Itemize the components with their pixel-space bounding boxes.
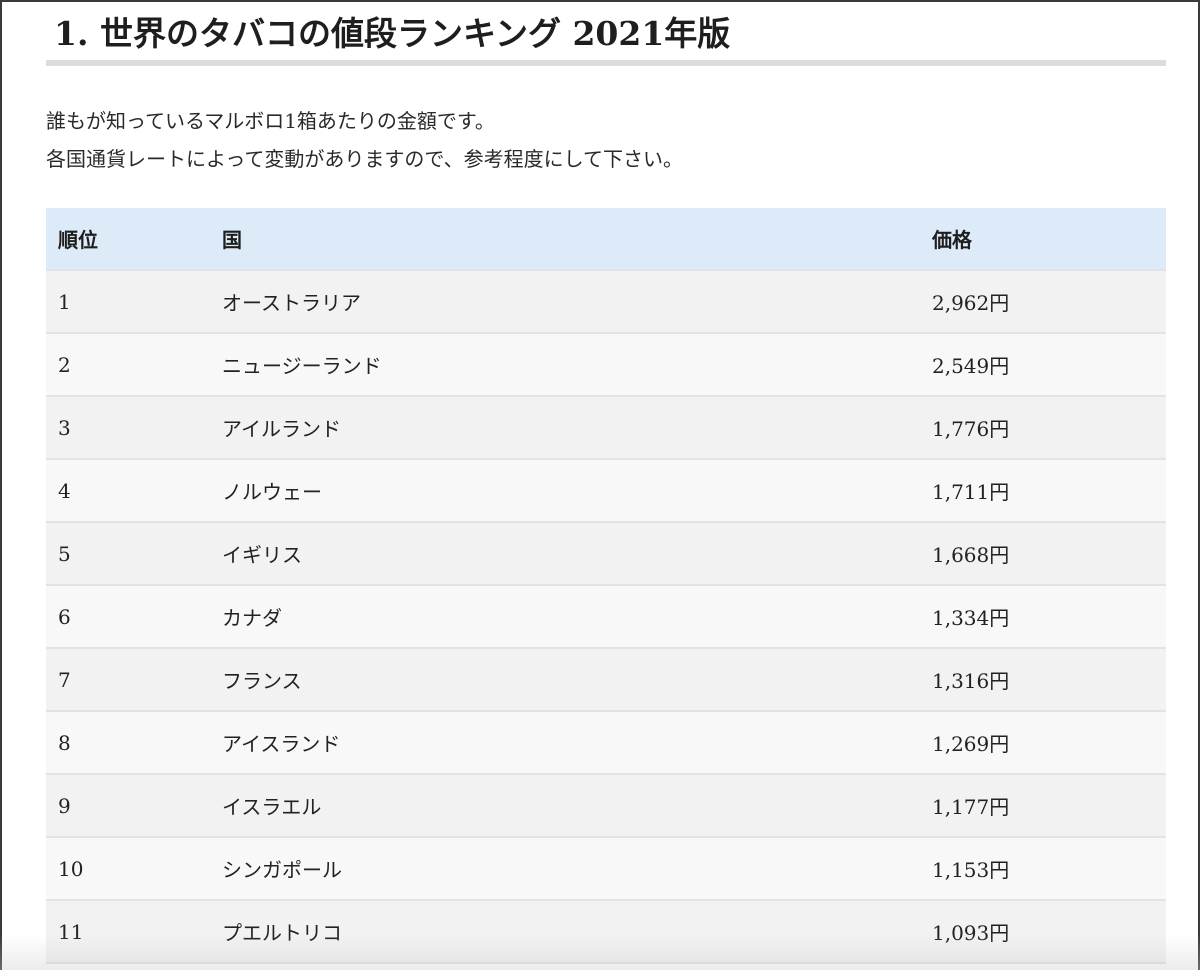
- page-title: 1. 世界のタバコの値段ランキング 2021年版: [54, 14, 731, 53]
- cell-price: 1,711円: [932, 480, 1010, 504]
- table-body: 1 オーストラリア 2,962円 2 ニュージーランド 2,549円 3 アイルランド 1,77…: [46, 270, 1166, 963]
- table-row: 3 アイルランド 1,776円: [46, 396, 1166, 459]
- table-row: 6 カナダ 1,334円: [46, 585, 1166, 648]
- header-country: 国: [212, 208, 922, 271]
- cell-rank: 4: [58, 478, 71, 503]
- intro-line: 各国通貨レートによって変動がありますので、参考程度にして下さい。: [46, 147, 683, 171]
- article-content: 1. 世界のタバコの値段ランキング 2021年版 誰もが知っているマルボロ1箱あ…: [46, 0, 1166, 964]
- table-row: 8 アイスランド 1,269円: [46, 711, 1166, 774]
- cell-price: 2,962円: [932, 291, 1010, 315]
- cell-country: プエルトリコ: [222, 921, 342, 945]
- cell-country: ニュージーランド: [222, 354, 382, 378]
- cell-country: アイルランド: [222, 417, 341, 441]
- table-row: 2 ニュージーランド 2,549円: [46, 333, 1166, 396]
- table-row: 5 イギリス 1,668円: [46, 522, 1166, 585]
- cell-country: オーストラリア: [222, 291, 361, 315]
- cell-country: イスラエル: [222, 795, 322, 819]
- cell-country: カナダ: [222, 606, 282, 630]
- cell-country: ノルウェー: [222, 480, 322, 504]
- cell-rank: 5: [58, 541, 71, 566]
- cell-price: 1,177円: [932, 795, 1010, 819]
- header-rank: 順位: [46, 208, 212, 271]
- cell-country: フランス: [222, 669, 302, 693]
- cell-price: 1,316円: [932, 669, 1010, 693]
- cell-price: 1,093円: [932, 921, 1010, 945]
- window-left-border: [0, 0, 2, 970]
- intro-text: 誰もが知っているマルボロ1箱あたりの金額です。 各国通貨レートによって変動があり…: [46, 102, 1166, 178]
- header-price: 価格: [922, 208, 1166, 271]
- intro-line: 誰もが知っているマルボロ1箱あたりの金額です。: [46, 109, 495, 133]
- table-row: 9 イスラエル 1,177円: [46, 774, 1166, 837]
- table-header: 順位 国 価格: [46, 208, 1166, 271]
- cell-rank: 8: [58, 730, 71, 755]
- table-header-row: 順位 国 価格: [46, 208, 1166, 271]
- table-row: 7 フランス 1,316円: [46, 648, 1166, 711]
- table-row: 1 オーストラリア 2,962円: [46, 270, 1166, 333]
- table-row: 11 プエルトリコ 1,093円: [46, 900, 1166, 963]
- cell-country: シンガポール: [222, 858, 342, 882]
- cell-price: 2,549円: [932, 354, 1010, 378]
- cell-country: アイスランド: [222, 732, 341, 756]
- cell-country: イギリス: [222, 543, 302, 567]
- cell-rank: 2: [58, 352, 71, 377]
- cell-price: 1,668円: [932, 543, 1010, 567]
- table-row: 4 ノルウェー 1,711円: [46, 459, 1166, 522]
- cell-price: 1,334円: [932, 606, 1010, 630]
- cell-rank: 6: [58, 604, 71, 629]
- cell-price: 1,776円: [932, 417, 1010, 441]
- price-ranking-table: 順位 国 価格 1 オーストラリア 2,962円 2 ニュージーランド 2,549円 3 アイ…: [46, 208, 1166, 964]
- cell-rank: 10: [58, 856, 84, 881]
- cell-rank: 11: [58, 919, 84, 944]
- cell-price: 1,269円: [932, 732, 1010, 756]
- cell-rank: 9: [58, 793, 71, 818]
- cell-rank: 1: [58, 289, 71, 314]
- title-underline: [46, 60, 1166, 66]
- cell-rank: 3: [58, 415, 71, 440]
- cell-price: 1,153円: [932, 858, 1010, 882]
- table-row: 10 シンガポール 1,153円: [46, 837, 1166, 900]
- cell-rank: 7: [58, 667, 71, 692]
